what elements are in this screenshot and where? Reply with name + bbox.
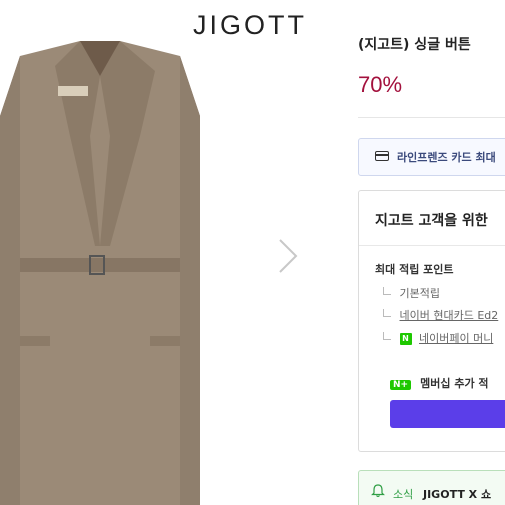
product-image [0, 41, 200, 505]
benefit-heading: 지고트 고객을 위한 [375, 213, 488, 229]
product-info-panel: (지고트) 싱글 버튼 70% 라인프렌즈 카드 최대 지고트 고객을 위한 최… [340, 0, 505, 505]
max-points-label: 최대 적립 포인트 [375, 263, 454, 276]
divider [359, 245, 505, 246]
benefit-row-label: 기본적립 [399, 287, 440, 300]
card-promo-text: 라인프렌즈 카드 최대 [397, 151, 496, 164]
benefit-row: N 네이버페이 머니 [383, 330, 493, 346]
npay-badge: N [399, 333, 412, 345]
membership-text: 멤버십 추가 적 [420, 377, 489, 390]
brand-logo: JIGOTT [193, 10, 307, 40]
news-brand: JIGOTT X 쇼 [423, 488, 492, 501]
benefit-row: 네이버 현대카드 Ed2 [383, 307, 498, 323]
chevron-right-icon[interactable] [276, 236, 300, 276]
membership-row: N+ 멤버십 추가 적 [390, 372, 489, 391]
tree-branch-icon [383, 332, 391, 340]
naver-plus-badge: N+ [390, 380, 412, 390]
credit-card-icon [375, 151, 389, 161]
card-promo-banner[interactable]: 라인프렌즈 카드 최대 [358, 138, 505, 176]
benefit-row: 기본적립 [383, 285, 440, 301]
brand-news-banner[interactable]: 소식 JIGOTT X 쇼 [358, 470, 505, 505]
tree-branch-icon [383, 287, 391, 295]
benefit-row-link[interactable]: 네이버 현대카드 Ed2 [400, 309, 499, 322]
benefit-row-link[interactable]: 네이버페이 머니 [419, 332, 493, 345]
discount-rate: 70% [358, 72, 403, 97]
product-title: (지고트) 싱글 버튼 [358, 37, 471, 53]
divider [358, 117, 505, 118]
membership-button[interactable] [390, 400, 505, 428]
news-prefix: 소식 [393, 488, 414, 501]
tree-branch-icon [383, 309, 391, 317]
product-image-area: JIGOTT [0, 0, 340, 505]
bell-icon [371, 484, 385, 498]
